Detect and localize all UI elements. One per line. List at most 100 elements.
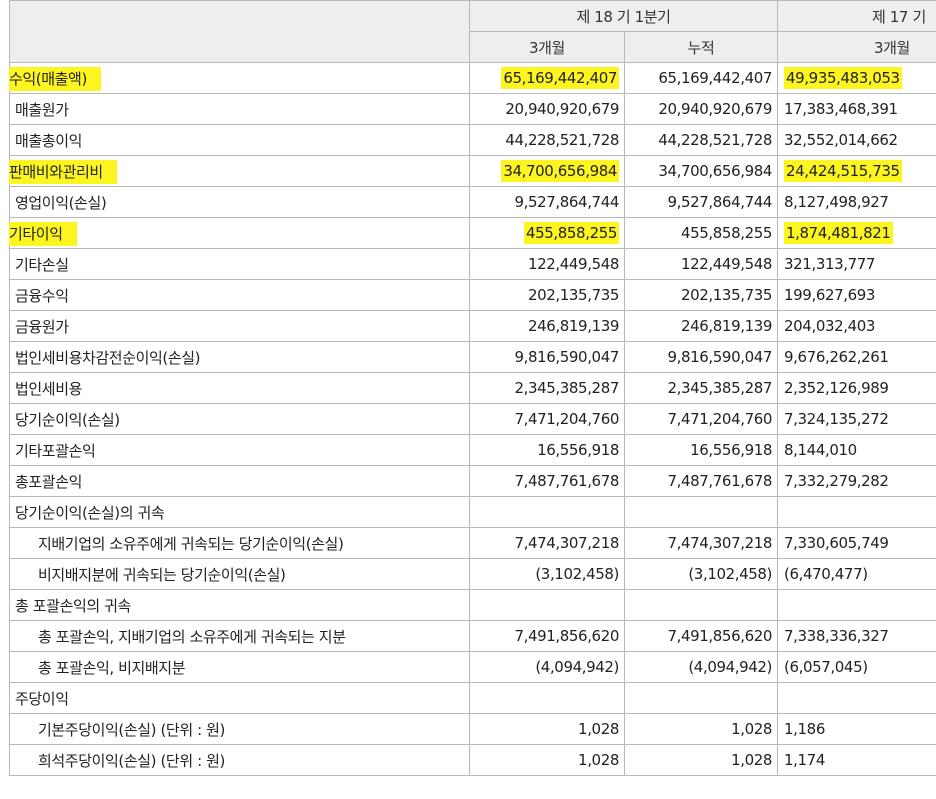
cell-cumulative: 9,816,590,047 <box>623 341 779 373</box>
cell-prior-3months-value: 1,174 <box>784 751 825 769</box>
row-label-text: 총 포괄손익, 지배기업의 소유주에게 귀속되는 지분 <box>38 627 346 646</box>
cell-prior-3months-value: 1,874,481,821 <box>784 222 893 244</box>
cell-current-3months-value: 7,487,761,678 <box>514 472 619 490</box>
row-label-text: 비지배지분에 귀속되는 당기순이익(손실) <box>38 565 286 584</box>
cell-cumulative-value: 1,028 <box>731 720 773 738</box>
cell-current-3months: (3,102,458) <box>469 558 625 590</box>
row-label-text: 주당이익 <box>15 689 69 708</box>
row-label: 비지배지분에 귀속되는 당기순이익(손실) <box>9 558 470 590</box>
row-label: 기타손실 <box>9 248 470 280</box>
cell-cumulative-value: (3,102,458) <box>688 565 773 583</box>
table-row: 기타손실 122,449,548 122,449,548 321,313,777 <box>9 248 936 280</box>
row-label-text: 금융원가 <box>15 317 69 336</box>
cell-prior-3months-value: (6,057,045) <box>784 658 868 676</box>
cell-cumulative: 122,449,548 <box>623 248 779 280</box>
cell-prior-3months-value: (6,470,477) <box>784 565 868 583</box>
cell-prior-3months-value: 199,627,693 <box>784 286 876 304</box>
row-label-text: 매출총이익 <box>15 131 83 150</box>
row-label-text: 판매비와관리비 <box>9 159 117 184</box>
cell-prior-3months: 199,627,693 <box>777 279 936 311</box>
cell-current-3months: 7,471,204,760 <box>469 403 625 435</box>
cell-cumulative-value: 2,345,385,287 <box>667 379 773 397</box>
row-label-text: 기타이익 <box>9 221 77 246</box>
cell-current-3months: 34,700,656,984 <box>469 155 625 187</box>
row-label-text: 지배기업의 소유주에게 귀속되는 당기순이익(손실) <box>38 534 344 553</box>
cell-prior-3months: 24,424,515,735 <box>777 155 936 187</box>
cell-cumulative-value: 7,491,856,620 <box>667 627 773 645</box>
table-row: 총 포괄손익의 귀속 <box>9 589 936 621</box>
table-row: 법인세비용 2,345,385,287 2,345,385,287 2,352,126… <box>9 372 936 404</box>
cell-cumulative: 455,858,255 <box>623 217 779 249</box>
cell-prior-3months-value: 1,186 <box>784 720 825 738</box>
row-label-text: 영업이익(손실) <box>15 193 107 212</box>
cell-prior-3months-value: 8,127,498,927 <box>784 193 889 211</box>
row-label: 금융수익 <box>9 279 470 311</box>
cell-prior-3months <box>777 589 936 621</box>
table-row: 총 포괄손익, 지배기업의 소유주에게 귀속되는 지분 7,491,856,620… <box>9 620 936 652</box>
header-period-prior: 제 17 기 <box>777 0 936 32</box>
row-label-text: 당기순이익(손실) <box>15 410 120 429</box>
table-row: 총 포괄손익, 비지배지분 (4,094,942) (4,094,942) (6,05… <box>9 651 936 683</box>
cell-cumulative: (3,102,458) <box>623 558 779 590</box>
table-row: 총포괄손익 7,487,761,678 7,487,761,678 7,332,279… <box>9 465 936 497</box>
cell-current-3months-value: 246,819,139 <box>527 317 619 335</box>
cell-current-3months: 246,819,139 <box>469 310 625 342</box>
table-row: 지배기업의 소유주에게 귀속되는 당기순이익(손실) 7,474,307,218 7… <box>9 527 936 559</box>
cell-cumulative-value: 34,700,656,984 <box>658 162 773 180</box>
row-label: 법인세비용 <box>9 372 470 404</box>
row-label: 희석주당이익(손실) (단위 : 원) <box>9 744 470 776</box>
cell-prior-3months <box>777 496 936 528</box>
cell-prior-3months: 8,144,010 <box>777 434 936 466</box>
row-label: 총 포괄손익, 비지배지분 <box>9 651 470 683</box>
cell-prior-3months: (6,470,477) <box>777 558 936 590</box>
table-row: 희석주당이익(손실) (단위 : 원) 1,028 1,028 1,174 <box>9 744 936 776</box>
cell-cumulative-value: 7,474,307,218 <box>667 534 773 552</box>
cell-current-3months-value: 122,449,548 <box>527 255 619 273</box>
table-row: 매출원가 20,940,920,679 20,940,920,679 17,383,4… <box>9 93 936 125</box>
cell-current-3months: 2,345,385,287 <box>469 372 625 404</box>
cell-prior-3months-value: 24,424,515,735 <box>784 160 902 182</box>
cell-prior-3months-value: 32,552,014,662 <box>784 131 898 149</box>
income-statement-table-container: 제 18 기 1분기 제 17 기 3개월 누적 3개월 수익(매출액) 65,1… <box>9 0 936 799</box>
cell-prior-3months: 1,186 <box>777 713 936 745</box>
cell-current-3months-value: 7,491,856,620 <box>514 627 619 645</box>
cell-cumulative-value: 7,487,761,678 <box>667 472 773 490</box>
cell-cumulative-value: 9,816,590,047 <box>667 348 773 366</box>
cell-current-3months-value: 7,471,204,760 <box>514 410 619 428</box>
row-label-text: 매출원가 <box>15 100 69 119</box>
cell-current-3months-value: 16,556,918 <box>537 441 619 459</box>
cell-cumulative: 16,556,918 <box>623 434 779 466</box>
cell-current-3months-value: 9,527,864,744 <box>514 193 619 211</box>
row-label: 총 포괄손익의 귀속 <box>9 589 470 621</box>
cell-cumulative: 1,028 <box>623 744 779 776</box>
table-row: 금융원가 246,819,139 246,819,139 204,032,403 <box>9 310 936 342</box>
row-label-text: 기본주당이익(손실) (단위 : 원) <box>38 720 225 739</box>
table-row: 당기순이익(손실)의 귀속 <box>9 496 936 528</box>
cell-current-3months: 1,028 <box>469 744 625 776</box>
table-row: 비지배지분에 귀속되는 당기순이익(손실) (3,102,458) (3,102,4… <box>9 558 936 590</box>
cell-cumulative-value: 16,556,918 <box>690 441 773 459</box>
cell-prior-3months-value: 49,935,483,053 <box>784 67 902 89</box>
cell-cumulative-value: 246,819,139 <box>680 317 773 335</box>
row-label-text: 총 포괄손익의 귀속 <box>15 596 131 615</box>
cell-cumulative-value: 65,169,442,407 <box>658 69 773 87</box>
cell-cumulative-value: 202,135,735 <box>680 286 773 304</box>
cell-prior-3months-value: 7,332,279,282 <box>784 472 889 490</box>
cell-cumulative <box>623 496 779 528</box>
cell-cumulative-value: (4,094,942) <box>688 658 773 676</box>
table-row: 기본주당이익(손실) (단위 : 원) 1,028 1,028 1,186 <box>9 713 936 745</box>
cell-current-3months-value: 65,169,442,407 <box>501 67 619 89</box>
cell-current-3months-value: 44,228,521,728 <box>505 131 619 149</box>
row-label-text: 당기순이익(손실)의 귀속 <box>15 503 165 522</box>
row-label-text: 수익(매출액) <box>9 66 101 91</box>
table-row: 영업이익(손실) 9,527,864,744 9,527,864,744 8,127,… <box>9 186 936 218</box>
cell-prior-3months-value: 17,383,468,391 <box>784 100 898 118</box>
cell-current-3months-value: 34,700,656,984 <box>501 160 619 182</box>
cell-current-3months: 122,449,548 <box>469 248 625 280</box>
row-label: 기본주당이익(손실) (단위 : 원) <box>9 713 470 745</box>
cell-current-3months: 7,474,307,218 <box>469 527 625 559</box>
cell-current-3months: 455,858,255 <box>469 217 625 249</box>
cell-current-3months-value: 1,028 <box>578 751 619 769</box>
cell-current-3months-value: 1,028 <box>578 720 619 738</box>
header-row-periods: 제 18 기 1분기 제 17 기 <box>9 0 936 63</box>
